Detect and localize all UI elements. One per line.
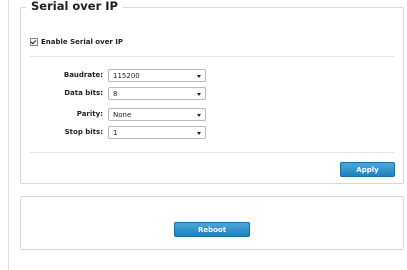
enable-serial-over-ip-row[interactable]: Enable Serial over IP (30, 36, 123, 48)
baudrate-value: 115200 (113, 72, 140, 80)
data-bits-value: 8 (113, 90, 118, 98)
baudrate-select[interactable]: 115200 (108, 69, 206, 82)
top-divider (30, 56, 394, 57)
parity-select[interactable]: None (108, 108, 206, 121)
data-bits-label: Data bits: (64, 89, 103, 97)
stop-bits-label: Stop bits: (64, 128, 103, 136)
baudrate-label: Baudrate: (63, 71, 103, 79)
parity-label: Parity: (76, 110, 103, 118)
stop-bits-value: 1 (113, 129, 118, 137)
caret-down-icon (197, 132, 201, 135)
enable-serial-over-ip-label: Enable Serial over IP (41, 38, 124, 46)
apply-button[interactable]: Apply (340, 162, 395, 177)
left-divider (8, 0, 9, 270)
stop-bits-select[interactable]: 1 (108, 126, 206, 139)
section-title: Serial over IP (26, 0, 123, 13)
caret-down-icon (197, 114, 201, 117)
reboot-button[interactable]: Reboot (174, 222, 250, 237)
parity-value: None (113, 111, 132, 119)
enable-serial-over-ip-checkbox[interactable] (30, 38, 38, 46)
caret-down-icon (197, 93, 201, 96)
data-bits-select[interactable]: 8 (108, 87, 206, 100)
bottom-divider (30, 152, 394, 153)
caret-down-icon (197, 75, 201, 78)
